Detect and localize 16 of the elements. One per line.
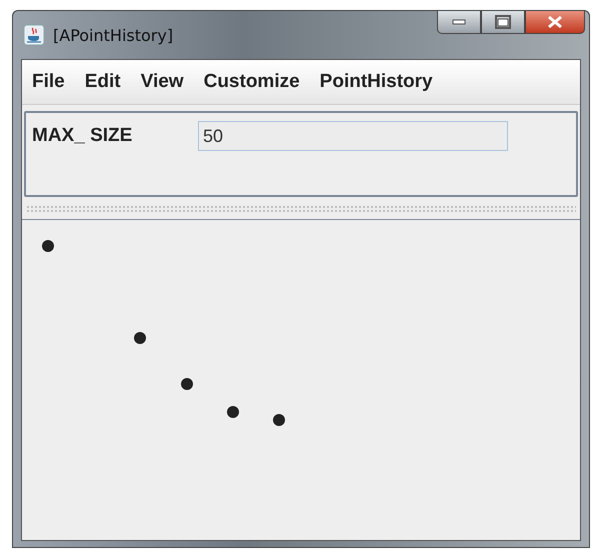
menu-item[interactable]: Customize	[204, 71, 300, 93]
window-title: [APointHistory]	[53, 26, 174, 44]
splitter-handle[interactable]	[26, 205, 576, 213]
close-button[interactable]	[525, 10, 585, 34]
input-field[interactable]: 50	[198, 121, 508, 151]
menu-item[interactable]: Edit	[84, 71, 121, 93]
minimize-icon	[452, 19, 466, 25]
menu-item[interactable]: File	[32, 71, 65, 93]
coffee-cup-icon	[23, 24, 45, 46]
menu-item[interactable]: PointHistory	[320, 71, 433, 93]
minimize-button[interactable]	[437, 10, 481, 34]
property-label: MAX_ SIZE	[31, 124, 134, 148]
maximize-icon	[495, 15, 511, 29]
menu-item[interactable]: View	[140, 71, 184, 93]
close-icon	[546, 15, 564, 29]
maximize-button[interactable]	[481, 10, 525, 34]
